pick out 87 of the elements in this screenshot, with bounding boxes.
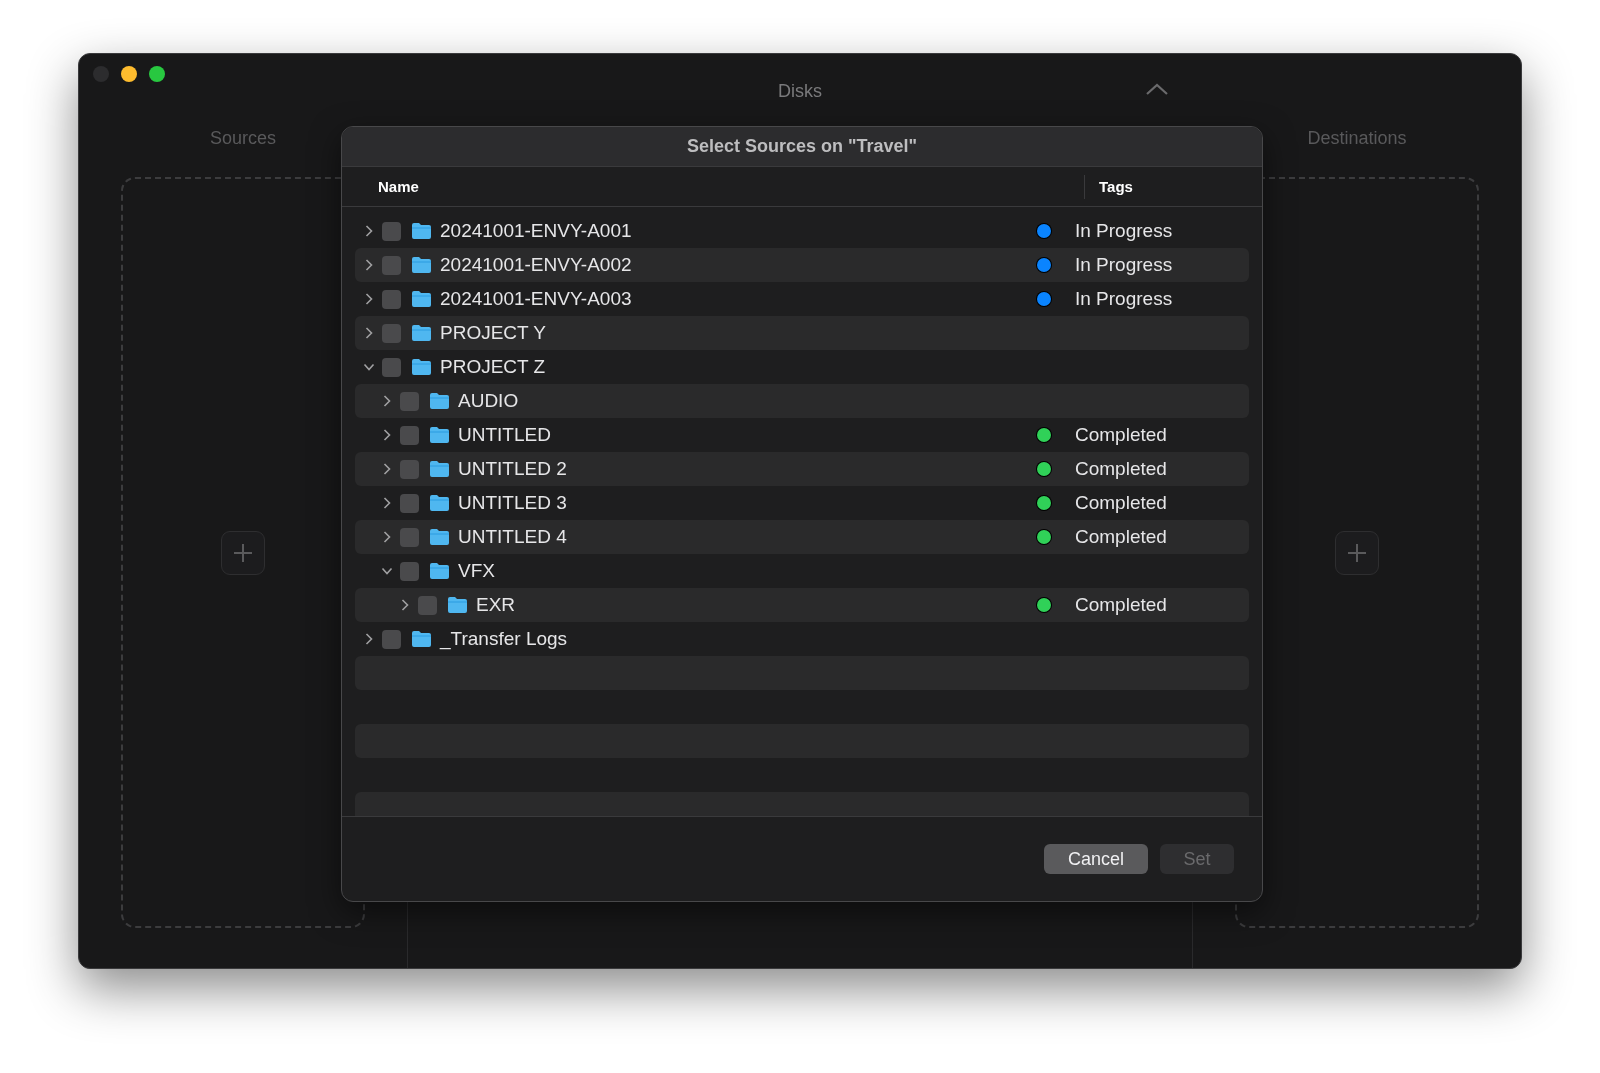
tag-label: Completed xyxy=(1075,424,1167,446)
checkbox[interactable] xyxy=(400,425,419,445)
folder-name: UNTITLED 3 xyxy=(458,492,567,514)
folder-icon xyxy=(411,256,432,274)
folder-row[interactable]: PROJECT Y xyxy=(355,316,1249,350)
folder-row[interactable]: 20241001-ENVY-A003 In Progress xyxy=(355,282,1249,316)
folder-name: EXR xyxy=(476,594,516,616)
chevron-right-icon[interactable] xyxy=(381,497,393,509)
folder-name: VFX xyxy=(458,560,495,582)
window-title: Disks xyxy=(778,81,822,102)
folder-name: 20241001-ENVY-A002 xyxy=(440,254,632,276)
chevron-right-icon[interactable] xyxy=(381,429,393,441)
plus-icon xyxy=(233,542,253,563)
tag-label: In Progress xyxy=(1075,288,1173,310)
folder-row[interactable]: _Transfer Logs xyxy=(355,622,1249,656)
folder-row[interactable]: UNTITLED 2 Completed xyxy=(355,452,1249,486)
tag-label: Completed xyxy=(1075,594,1167,616)
tag-label: Completed xyxy=(1075,526,1167,548)
folder-name: _Transfer Logs xyxy=(440,628,568,650)
chevron-right-icon[interactable] xyxy=(381,395,393,407)
folder-icon xyxy=(429,460,450,478)
chevron-right-icon[interactable] xyxy=(363,225,375,237)
checkbox[interactable] xyxy=(382,221,401,241)
folder-name: UNTITLED 2 xyxy=(458,458,567,480)
sources-label: Sources xyxy=(209,128,276,149)
folder-icon xyxy=(429,528,450,546)
chevron-up-icon[interactable] xyxy=(1145,82,1169,96)
folder-row[interactable]: 20241001-ENVY-A001 In Progress xyxy=(355,214,1249,248)
checkbox[interactable] xyxy=(400,391,419,411)
column-header[interactable]: Tags xyxy=(1099,178,1133,195)
folder-row[interactable]: UNTITLED 4 Completed xyxy=(355,520,1249,554)
folder-name: PROJECT Z xyxy=(440,356,546,378)
tag-label: Completed xyxy=(1075,458,1167,480)
folder-row[interactable]: AUDIO xyxy=(355,384,1249,418)
folder-name: UNTITLED xyxy=(458,424,551,446)
chevron-right-icon[interactable] xyxy=(363,293,375,305)
chevron-right-icon[interactable] xyxy=(363,633,375,645)
cancel-button[interactable]: Cancel xyxy=(1044,844,1148,874)
folder-row[interactable]: PROJECT Z xyxy=(355,350,1249,384)
checkbox[interactable] xyxy=(400,561,419,581)
folder-name: UNTITLED 4 xyxy=(458,526,567,548)
folder-row[interactable]: EXR Completed xyxy=(355,588,1249,622)
checkbox[interactable] xyxy=(400,459,419,479)
chevron-right-icon[interactable] xyxy=(381,463,393,475)
chevron-right-icon[interactable] xyxy=(363,327,375,339)
checkbox[interactable] xyxy=(382,255,401,275)
zoom-button[interactable] xyxy=(149,66,165,82)
folder-row[interactable]: VFX xyxy=(355,554,1249,588)
folder-icon xyxy=(411,324,432,342)
destinations-label: Destinations xyxy=(1307,128,1407,149)
folder-icon xyxy=(411,358,432,376)
folder-name: 20241001-ENVY-A003 xyxy=(440,288,632,310)
checkbox[interactable] xyxy=(400,527,419,547)
plus-icon xyxy=(1347,542,1367,563)
add-button[interactable] xyxy=(1335,530,1379,575)
dialog-title: Select Sources on "Travel" xyxy=(342,127,1262,167)
checkbox[interactable] xyxy=(382,323,401,343)
column-header[interactable]: Name xyxy=(378,178,419,195)
checkbox[interactable] xyxy=(382,289,401,309)
checkbox[interactable] xyxy=(382,629,401,649)
folder-icon xyxy=(429,562,450,580)
folder-icon xyxy=(429,494,450,512)
minimize-button[interactable] xyxy=(121,66,137,82)
chevron-right-icon[interactable] xyxy=(399,599,411,611)
checkbox[interactable] xyxy=(400,493,419,513)
add-button[interactable] xyxy=(221,530,265,575)
checkbox[interactable] xyxy=(418,595,437,615)
folder-name: PROJECT Y xyxy=(440,322,546,344)
folder-icon xyxy=(429,392,450,410)
folder-icon xyxy=(429,426,450,444)
folder-icon xyxy=(411,290,432,308)
chevron-down-icon[interactable] xyxy=(363,361,375,373)
folder-row[interactable]: UNTITLED 3 Completed xyxy=(355,486,1249,520)
tag-label: In Progress xyxy=(1075,254,1173,276)
folder-row[interactable]: UNTITLED Completed xyxy=(355,418,1249,452)
folder-row[interactable]: 20241001-ENVY-A002 In Progress xyxy=(355,248,1249,282)
chevron-down-icon[interactable] xyxy=(381,565,393,577)
folder-icon xyxy=(411,222,432,240)
folder-icon xyxy=(447,596,468,614)
folder-name: AUDIO xyxy=(458,390,519,412)
tag-label: Completed xyxy=(1075,492,1167,514)
folder-name: 20241001-ENVY-A001 xyxy=(440,220,632,242)
tag-label: In Progress xyxy=(1075,220,1173,242)
chevron-right-icon[interactable] xyxy=(363,259,375,271)
chevron-right-icon[interactable] xyxy=(381,531,393,543)
checkbox[interactable] xyxy=(382,357,401,377)
folder-icon xyxy=(411,630,432,648)
